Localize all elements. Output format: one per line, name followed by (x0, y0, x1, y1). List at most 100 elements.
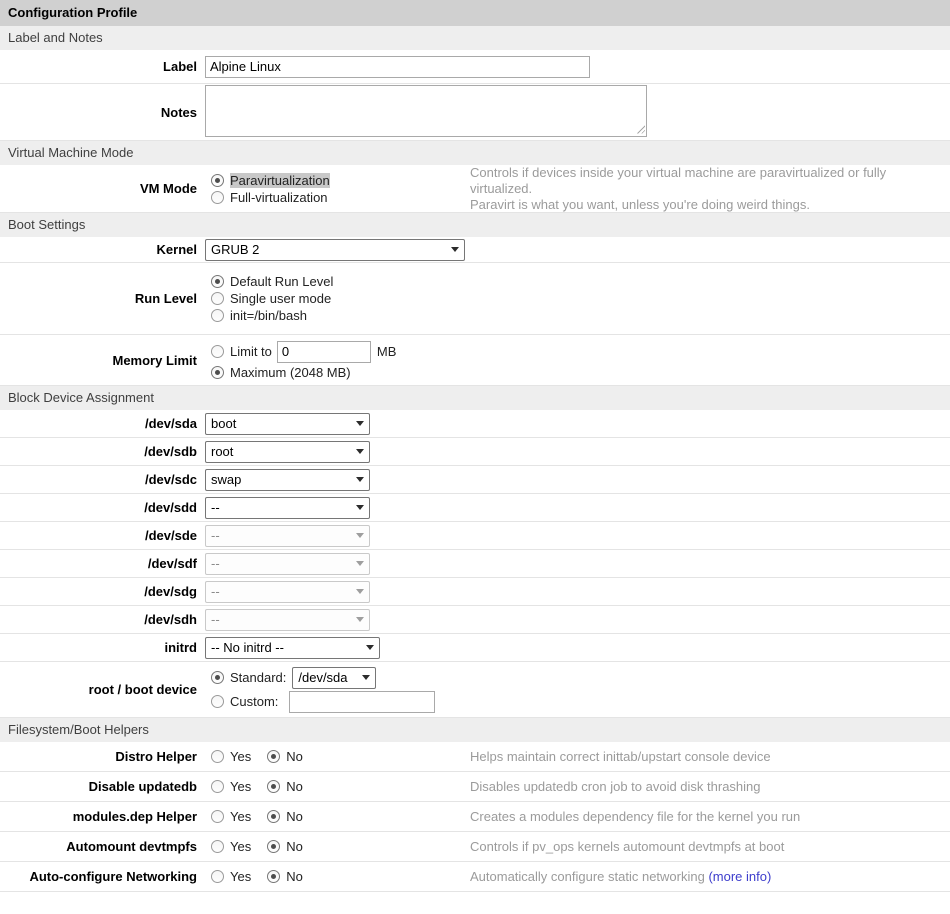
notes-textarea[interactable] (205, 85, 647, 137)
field-label: /dev/sdg (0, 584, 205, 599)
dev-sdd-select[interactable]: -- (205, 497, 370, 519)
table-row: /dev/sdf -- (0, 550, 950, 578)
automount-devtmpfs-no-radio[interactable] (267, 840, 280, 853)
no-label: No (286, 749, 303, 764)
kernel-row: Kernel GRUB 2 (0, 237, 950, 263)
help-text: Creates a modules dependency file for th… (462, 809, 950, 825)
section-heading-label-and-notes: Label and Notes (0, 26, 950, 50)
table-row: /dev/sde -- (0, 522, 950, 550)
distro-helper-no-radio[interactable] (267, 750, 280, 763)
disable-updatedb-row: Disable updatedb Yes No Disables updated… (0, 772, 950, 802)
modules-dep-yes-radio[interactable] (211, 810, 224, 823)
run-level-radio-default[interactable] (211, 275, 224, 288)
field-label: Distro Helper (0, 749, 205, 764)
memory-limit-row: Memory Limit Limit to MB Maximum (2048 M… (0, 335, 950, 386)
table-row: /dev/sdb root (0, 438, 950, 466)
auto-configure-networking-yes-radio[interactable] (211, 870, 224, 883)
no-label: No (286, 839, 303, 854)
dev-sdc-select[interactable]: swap (205, 469, 370, 491)
vm-mode-option-label: Paravirtualization (230, 173, 330, 188)
label-row: Label (0, 50, 950, 84)
dropdown-arrow-icon (451, 247, 459, 252)
dev-sdb-select[interactable]: root (205, 441, 370, 463)
root-device-radio-standard[interactable] (211, 671, 224, 684)
no-label: No (286, 779, 303, 794)
dev-sdf-select: -- (205, 553, 370, 575)
dropdown-arrow-icon (356, 449, 364, 454)
kernel-select[interactable]: GRUB 2 (205, 239, 465, 261)
field-label: Disable updatedb (0, 779, 205, 794)
run-level-radio-init-bash[interactable] (211, 309, 224, 322)
automount-devtmpfs-row: Automount devtmpfs Yes No Controls if pv… (0, 832, 950, 862)
field-label: Notes (0, 105, 205, 120)
modules-dep-helper-row: modules.dep Helper Yes No Creates a modu… (0, 802, 950, 832)
section-heading-block-devices: Block Device Assignment (0, 386, 950, 410)
no-label: No (286, 869, 303, 884)
initrd-row: initrd -- No initrd -- (0, 634, 950, 662)
yes-label: Yes (230, 749, 251, 764)
vm-mode-radio-paravirtualization[interactable] (211, 174, 224, 187)
field-label: Run Level (0, 291, 205, 306)
disable-updatedb-no-radio[interactable] (267, 780, 280, 793)
memory-limit-radio-maximum[interactable] (211, 366, 224, 379)
auto-configure-networking-row: Auto-configure Networking Yes No Automat… (0, 862, 950, 892)
more-info-link[interactable]: (more info) (708, 869, 771, 884)
field-label: modules.dep Helper (0, 809, 205, 824)
dropdown-arrow-icon (356, 421, 364, 426)
help-text: Disables updatedb cron job to avoid disk… (462, 779, 950, 795)
yes-label: Yes (230, 809, 251, 824)
modules-dep-no-radio[interactable] (267, 810, 280, 823)
custom-device-input[interactable] (289, 691, 435, 713)
table-row: /dev/sdh -- (0, 606, 950, 634)
field-label: Memory Limit (0, 353, 205, 368)
automount-devtmpfs-yes-radio[interactable] (211, 840, 224, 853)
field-label: /dev/sdc (0, 472, 205, 487)
yes-label: Yes (230, 839, 251, 854)
notes-row: Notes (0, 84, 950, 141)
help-text: Controls if pv_ops kernels automount dev… (462, 839, 950, 855)
vm-mode-help: Controls if devices inside your virtual … (462, 165, 950, 213)
vm-mode-row: VM Mode Paravirtualization Full-virtuali… (0, 165, 950, 213)
memory-limit-label: Limit to (230, 344, 272, 359)
field-label: /dev/sdh (0, 612, 205, 627)
field-label: /dev/sdf (0, 556, 205, 571)
no-label: No (286, 809, 303, 824)
field-label: Automount devtmpfs (0, 839, 205, 854)
disable-updatedb-yes-radio[interactable] (211, 780, 224, 793)
kernel-select-value: GRUB 2 (211, 242, 259, 257)
dev-sda-select[interactable]: boot (205, 413, 370, 435)
root-device-radio-custom[interactable] (211, 695, 224, 708)
section-heading-boot-settings: Boot Settings (0, 213, 950, 237)
field-label: /dev/sda (0, 416, 205, 431)
field-label: VM Mode (0, 181, 205, 196)
dropdown-arrow-icon (356, 533, 364, 538)
auto-configure-networking-no-radio[interactable] (267, 870, 280, 883)
dropdown-arrow-icon (366, 645, 374, 650)
standard-label: Standard: (230, 670, 286, 685)
dev-sdg-select: -- (205, 581, 370, 603)
dev-sdh-select: -- (205, 609, 370, 631)
run-level-option-label: Single user mode (230, 291, 331, 306)
initrd-select[interactable]: -- No initrd -- (205, 637, 380, 659)
memory-unit-label: MB (377, 344, 397, 359)
label-input[interactable] (205, 56, 590, 78)
dropdown-arrow-icon (362, 675, 370, 680)
distro-helper-yes-radio[interactable] (211, 750, 224, 763)
field-label: Label (0, 59, 205, 74)
dropdown-arrow-icon (356, 589, 364, 594)
table-row: /dev/sdd -- (0, 494, 950, 522)
memory-limit-input[interactable] (277, 341, 371, 363)
field-label: initrd (0, 640, 205, 655)
run-level-radio-single-user[interactable] (211, 292, 224, 305)
dropdown-arrow-icon (356, 561, 364, 566)
vm-mode-option-label: Full-virtualization (230, 190, 328, 205)
table-row: /dev/sdc swap (0, 466, 950, 494)
yes-label: Yes (230, 779, 251, 794)
dev-sde-select: -- (205, 525, 370, 547)
memory-limit-radio-limit[interactable] (211, 345, 224, 358)
standard-device-select[interactable]: /dev/sda (292, 667, 376, 689)
vm-mode-radio-full-virtualization[interactable] (211, 191, 224, 204)
run-level-row: Run Level Default Run Level Single user … (0, 263, 950, 335)
memory-maximum-label: Maximum (2048 MB) (230, 365, 351, 380)
dropdown-arrow-icon (356, 617, 364, 622)
